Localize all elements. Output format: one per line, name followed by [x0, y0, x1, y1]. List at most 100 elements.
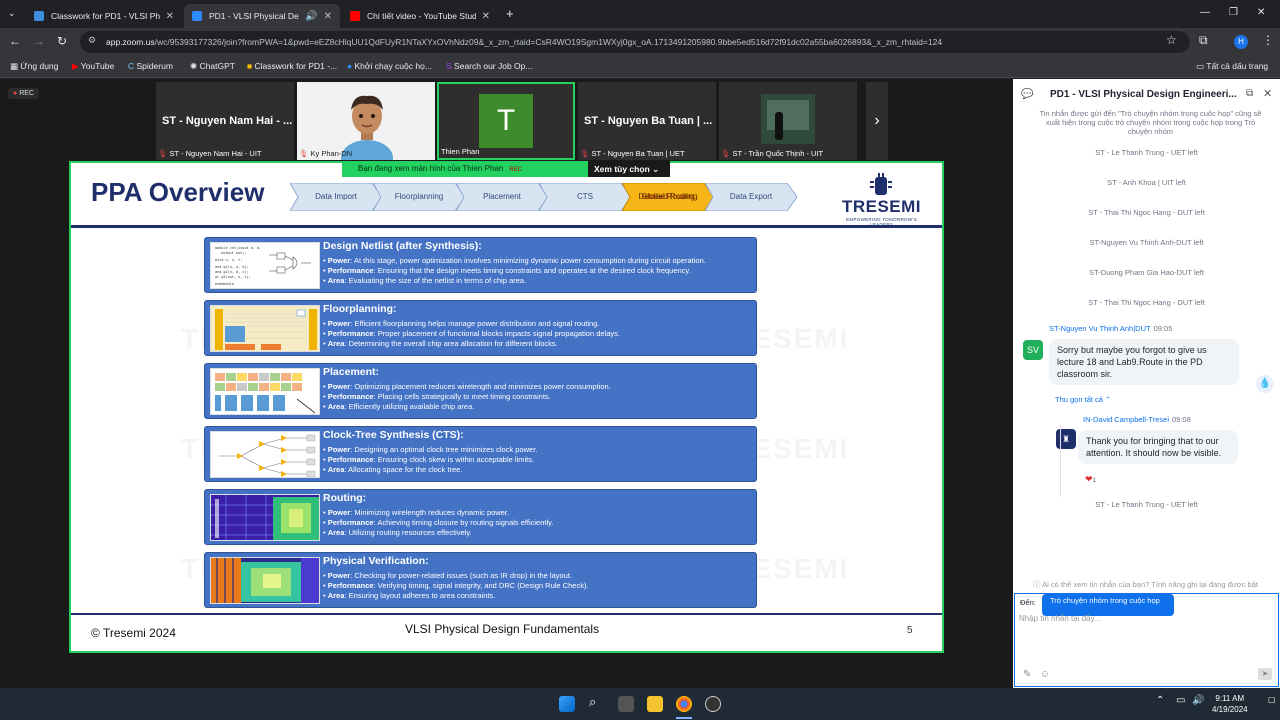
- tab-classwork[interactable]: Classwork for PD1 - VLSI Physic ✕: [26, 4, 182, 28]
- ppa-card-netlist: module cnt(input a, b, output out); wire …: [204, 237, 757, 293]
- menu-kebab-icon[interactable]: ⋮: [1262, 33, 1274, 47]
- message-input[interactable]: Nhập tin nhắn tại đây...: [1019, 614, 1101, 623]
- flow-step-data-import: Data Import: [290, 183, 382, 211]
- chevron-up-icon[interactable]: ⌃: [1156, 695, 1164, 706]
- participant-tile[interactable]: 🎙 Ky Phan-DN: [297, 82, 435, 160]
- participant-tile[interactable]: ST - Nguyen Nam Hai - ... 🎙 ST - Nguyen N…: [156, 82, 294, 160]
- footer-divider: [71, 613, 942, 615]
- url-field[interactable]: app.zoom.us/wc/95393177326/join?fromPWA=…: [80, 31, 1190, 53]
- tab-youtube-studio[interactable]: Chi tiết video - YouTube Studio ✕: [342, 4, 498, 28]
- volume-icon[interactable]: 🔊: [1192, 695, 1204, 706]
- chatgpt-icon: ✺: [190, 61, 198, 71]
- netlist-code-thumbnail: module cnt(input a, b, output out); wire …: [210, 242, 320, 289]
- window-close-button[interactable]: ✕: [1257, 7, 1265, 18]
- next-page-button[interactable]: ›: [866, 82, 888, 160]
- visibility-hint: ⓘ Ai có thể xem tin nhắn của bạn? Tính n…: [1033, 580, 1258, 589]
- header-divider: [71, 225, 942, 228]
- tab-zoom[interactable]: PD1 - VLSI Physical Design 🔊 ✕: [184, 4, 340, 28]
- message-composer[interactable]: Đến: Trò chuyện nhóm trong cuộc họp Nhập…: [1014, 593, 1279, 687]
- profile-avatar[interactable]: H: [1234, 35, 1248, 49]
- reaction-icon[interactable]: 💧: [1256, 375, 1274, 393]
- close-icon[interactable]: ✕: [324, 11, 332, 22]
- minimize-button[interactable]: —: [1200, 7, 1210, 18]
- svg-text:module cnt(input a, b,: module cnt(input a, b,: [215, 246, 261, 250]
- chrome-icon[interactable]: [676, 696, 692, 712]
- ppa-card-placement: Placement: • Power: Optimizing placement…: [204, 363, 757, 419]
- svg-text:endmodule: endmodule: [215, 282, 234, 286]
- taskbar: ⌕ ⌃ ▭ 🔊 ▢ 9:11 AM 4/19/2024: [0, 688, 1280, 720]
- chat-message[interactable]: Sorry but maybe you forgot to give us le…: [1049, 339, 1239, 385]
- close-icon[interactable]: ✕: [166, 11, 174, 22]
- system-clock[interactable]: 9:11 AM 4/19/2024: [1212, 693, 1248, 715]
- tresemi-logo: TRESEMI EMPOWERING TOMORROW'S LEADERS: [834, 171, 929, 227]
- bookmark-apps[interactable]: ▦ Ứng dụng: [10, 61, 58, 72]
- floorplan-thumbnail: [210, 305, 320, 352]
- classroom-icon: ■: [247, 61, 253, 71]
- system-message: ST - Le Thanh Trung - UET left: [1095, 500, 1198, 509]
- chat-reply[interactable]: Thank you for bringing that to our atten…: [1078, 430, 1238, 464]
- back-button[interactable]: ←: [9, 34, 21, 48]
- mic-muted-icon: 🎙: [299, 149, 309, 158]
- bookmark-classwork[interactable]: ■ Classwork for PD1 -...: [247, 61, 337, 71]
- popout-icon[interactable]: ⧉: [1246, 88, 1253, 99]
- flow-step-floorplanning: Floorplanning: [373, 183, 465, 211]
- bookmark-zoom[interactable]: ● Khởi chạy cuộc họ...: [347, 61, 432, 71]
- participant-tile[interactable]: 🎙 ST - Trần Quốc Thịnh - UIT: [719, 82, 857, 160]
- svg-text:and g2(x, b, c);: and g2(x, b, c);: [215, 270, 249, 274]
- speaker-icon[interactable]: 🔊: [305, 11, 317, 22]
- send-icon[interactable]: ➤: [1258, 668, 1272, 680]
- heart-reaction[interactable]: ❤1: [1085, 474, 1096, 485]
- tab-search-icon[interactable]: ⌄: [8, 8, 16, 19]
- format-icon[interactable]: ✎: [1023, 669, 1031, 680]
- close-chat-button[interactable]: ✕: [1263, 87, 1272, 100]
- network-icon[interactable]: ▭: [1176, 695, 1185, 706]
- system-message: ST - Thai Thi Ngoc Hang - DUT left: [1088, 298, 1205, 307]
- system-message: ST-Nguyen Vu Thinh Anh-DUT left: [1089, 238, 1204, 247]
- slide-title: PPA Overview: [91, 177, 265, 207]
- forward-button[interactable]: →: [33, 34, 45, 48]
- spiderum-icon: C: [128, 61, 135, 71]
- participant-tile[interactable]: ST - Nguyen Ba Tuan | ... 🎙 ST - Nguyen B…: [578, 82, 716, 160]
- youtube-icon: [350, 11, 360, 21]
- site-info-icon[interactable]: ⚙: [88, 35, 96, 46]
- shared-screen: TRESEMI TRESEMI TRESEMI TRESEMI TRESEMI …: [69, 161, 944, 653]
- youtube-icon: ▶: [72, 61, 79, 71]
- address-bar-row: ← → ↻ app.zoom.us/wc/95393177326/join?fr…: [0, 28, 1280, 56]
- new-tab-button[interactable]: +: [506, 6, 514, 21]
- settings-gear-icon[interactable]: [705, 696, 721, 712]
- bookmark-spiderum[interactable]: C Spiderum: [128, 61, 173, 71]
- flow-step-placement: Placement: [456, 183, 548, 211]
- bookmarks-bar: ▦ Ứng dụng ▶ YouTube C Spiderum ✺ ChatGP…: [0, 56, 1280, 78]
- windows-start-icon[interactable]: [559, 696, 575, 712]
- bookmark-youtube[interactable]: ▶ YouTube: [72, 61, 114, 72]
- participant-video: [761, 94, 815, 144]
- extensions-icon[interactable]: ⧉: [1199, 33, 1208, 48]
- close-icon[interactable]: ✕: [482, 11, 490, 22]
- participant-tile-active-speaker[interactable]: T Thien Phan: [437, 82, 575, 160]
- screen-share-banner: Bạn đang xem màn hình của Thien Phan REC …: [342, 161, 670, 177]
- emoji-icon[interactable]: ☺: [1040, 669, 1050, 680]
- recording-indicator: ● REC: [8, 88, 39, 99]
- file-explorer-icon[interactable]: [647, 696, 663, 712]
- verification-thumbnail: [210, 557, 320, 604]
- mic-muted-icon: 🎙: [721, 149, 731, 158]
- notification-icon[interactable]: ▢: [1268, 695, 1276, 704]
- system-message: ST - Anh Khoa | UIT left: [1107, 178, 1186, 187]
- mic-muted-icon: 🎙: [158, 149, 168, 158]
- bookmark-star-icon[interactable]: ☆: [1166, 33, 1177, 47]
- search-icon[interactable]: ⌕: [589, 694, 596, 710]
- search-icon: S: [446, 61, 452, 71]
- all-bookmarks[interactable]: ▭ Tất cả dấu trang: [1196, 61, 1268, 72]
- clock-tree-thumbnail: [210, 431, 320, 478]
- message-sender: IN-David Campbell-Tresei 09:08: [1083, 415, 1191, 424]
- restore-button[interactable]: ❐: [1229, 7, 1238, 18]
- recipient-dropdown[interactable]: Trò chuyện nhóm trong cuộc họp: [1042, 594, 1174, 616]
- view-options-dropdown[interactable]: Xem tùy chọn ⌄: [588, 161, 670, 177]
- collapse-all-link[interactable]: Thu gọn tất cả ⌃: [1055, 395, 1111, 404]
- zoom-icon: [192, 11, 202, 21]
- reload-button[interactable]: ↻: [57, 34, 67, 48]
- page-number: 5: [907, 625, 913, 636]
- task-view-icon[interactable]: [618, 696, 634, 712]
- bookmark-jobs[interactable]: S Search our Job Op...: [446, 61, 532, 71]
- bookmark-chatgpt[interactable]: ✺ ChatGPT: [190, 61, 235, 72]
